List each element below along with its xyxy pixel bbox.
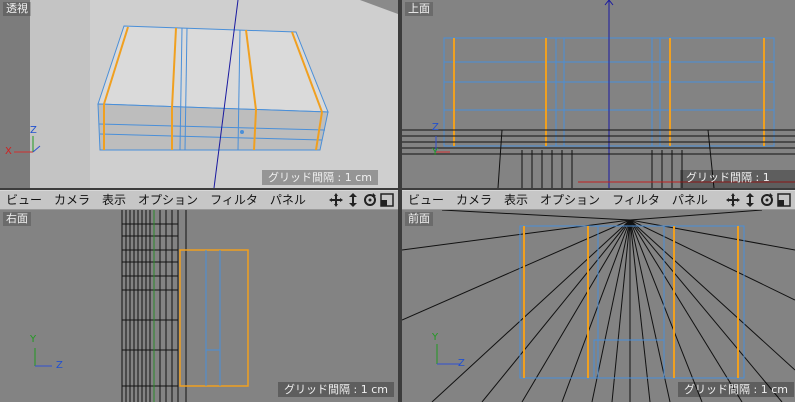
move-icon[interactable] (327, 192, 344, 208)
top-scene (402, 0, 795, 188)
zoom-icon[interactable] (741, 192, 758, 208)
axis-z-label: Z (30, 125, 37, 136)
axis-y-label-front: Y (432, 332, 439, 343)
viewport-top[interactable]: Z Y 上面 グリッド間隔 : 1 cm (402, 0, 795, 188)
move-icon[interactable] (724, 192, 741, 208)
menu-camera[interactable]: カメラ (450, 191, 498, 209)
axis-x-label: X (5, 146, 12, 157)
rotate-icon[interactable] (758, 192, 775, 208)
grid-spacing-perspective: グリッド間隔 : 1 cm (262, 170, 378, 185)
maximize-icon[interactable] (378, 192, 395, 208)
maximize-icon[interactable] (775, 192, 792, 208)
menu-options[interactable]: オプション (132, 191, 204, 209)
menu-view[interactable]: ビュー (0, 191, 48, 209)
menu-filter[interactable]: フィルタ (204, 191, 264, 209)
menu-filter[interactable]: フィルタ (606, 191, 666, 209)
menu-display[interactable]: 表示 (498, 191, 534, 209)
viewport-label-right: 右面 (3, 212, 31, 226)
viewport-perspective[interactable]: Z X 透視 グリッド間隔 : 1 cm (0, 0, 398, 188)
menu-panel[interactable]: パネル (666, 191, 714, 209)
viewport-label-top: 上面 (405, 2, 433, 16)
viewport-label-perspective: 透視 (3, 2, 31, 16)
grid-spacing-right: グリッド間隔 : 1 cm (278, 382, 394, 397)
axis-z-label-front: Z (458, 358, 465, 369)
menu-view[interactable]: ビュー (402, 191, 450, 209)
axis-y-label-right: Y (30, 334, 37, 345)
viewport-front[interactable]: Y Z 前面 グリッド間隔 : 1 cm (402, 210, 795, 402)
axis-z-label-top: Z (432, 122, 439, 133)
rotate-icon[interactable] (361, 192, 378, 208)
grid-spacing-top: グリッド間隔 : 1 cm (680, 170, 795, 188)
axis-y-label-top: Y (432, 147, 439, 158)
viewport-label-front: 前面 (405, 212, 433, 226)
perspective-scene (0, 0, 398, 188)
viewport-right[interactable]: Y Z 右面 グリッド間隔 : 1 cm (0, 210, 398, 402)
grid-spacing-front: グリッド間隔 : 1 cm (678, 382, 794, 397)
menu-camera[interactable]: カメラ (48, 191, 96, 209)
menu-panel[interactable]: パネル (264, 191, 312, 209)
zoom-icon[interactable] (344, 192, 361, 208)
right-scene (0, 210, 398, 402)
menubar-right-view: ビュー カメラ 表示 オプション フィルタ パネル (0, 190, 398, 210)
menubar-front-view: ビュー カメラ 表示 オプション フィルタ パネル (402, 190, 795, 210)
front-scene (402, 210, 795, 402)
axis-z-label-right: Z (56, 360, 63, 371)
menu-options[interactable]: オプション (534, 191, 606, 209)
menu-display[interactable]: 表示 (96, 191, 132, 209)
